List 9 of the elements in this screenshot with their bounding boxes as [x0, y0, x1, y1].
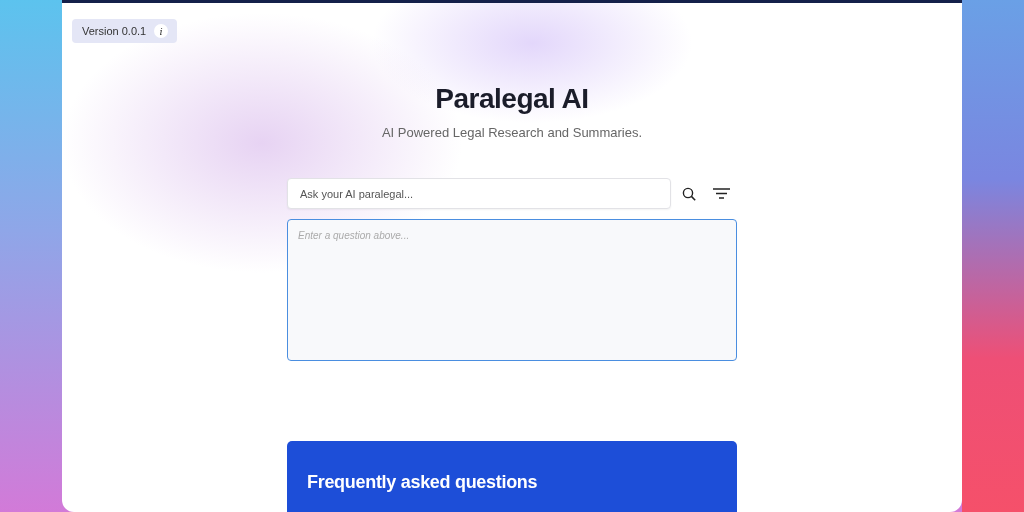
faq-title: Frequently asked questions	[307, 472, 539, 493]
info-icon[interactable]: i	[154, 24, 169, 38]
search-field[interactable]: Ask your AI paralegal...	[287, 178, 671, 209]
filter-icon[interactable]	[713, 188, 730, 199]
app-subtitle: AI Powered Legal Research and Summaries.	[381, 125, 643, 140]
search-icon[interactable]	[682, 186, 696, 201]
version-label: Version 0.0.1	[82, 25, 147, 37]
answer-box[interactable]: Enter a question above...	[287, 219, 737, 361]
app-title: Paralegal AI	[435, 83, 589, 115]
